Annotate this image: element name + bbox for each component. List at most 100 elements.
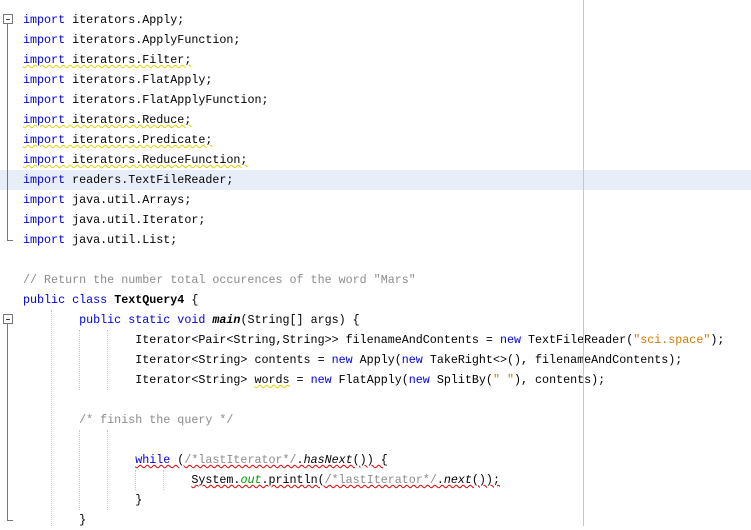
- code-token: import: [23, 213, 66, 227]
- code-token: new: [401, 353, 423, 367]
- code-line-content: /* finish the query */: [23, 410, 233, 430]
- code-token: new: [408, 373, 430, 387]
- code-line[interactable]: import iterators.FlatApply;: [0, 70, 751, 90]
- code-line-content: }: [23, 490, 142, 510]
- code-line-content: import java.util.Iterator;: [23, 210, 205, 230]
- code-token: import: [23, 33, 66, 47]
- code-token: }: [23, 493, 143, 507]
- code-token: }: [23, 513, 87, 527]
- code-token: iterators.ApplyFunction;: [65, 33, 241, 47]
- code-line[interactable]: import iterators.FlatApplyFunction;: [0, 90, 751, 110]
- code-token: import: [23, 113, 66, 127]
- code-line-content: import java.util.List;: [23, 230, 177, 250]
- code-line-content: import java.util.Arrays;: [23, 190, 191, 210]
- code-token: (: [170, 453, 185, 467]
- fold-end-marker: [7, 240, 13, 241]
- code-line-content: while (/*lastIterator*/.hasNext()) {: [23, 450, 388, 470]
- code-line[interactable]: [0, 250, 751, 270]
- code-token: new: [331, 353, 353, 367]
- code-line[interactable]: import iterators.ReduceFunction;: [0, 150, 751, 170]
- code-token: SplitBy(: [429, 373, 493, 387]
- code-line-content: System.out.println(/*lastIterator*/.next…: [23, 470, 500, 490]
- fold-range-line: [7, 24, 8, 240]
- code-token: iterators.FlatApplyFunction;: [65, 93, 269, 107]
- code-line[interactable]: /* finish the query */: [0, 410, 751, 430]
- code-token: words: [254, 373, 290, 387]
- code-token: new: [310, 373, 332, 387]
- code-line-content: import iterators.FlatApply;: [23, 70, 212, 90]
- code-token: TakeRight<>(), filenameAndContents);: [422, 353, 683, 367]
- code-line[interactable]: }: [0, 490, 751, 510]
- fold-range-line: [7, 324, 8, 520]
- code-line[interactable]: import iterators.Filter;: [0, 50, 751, 70]
- code-line-content: import iterators.Filter;: [23, 50, 191, 70]
- code-token: // Return the number total occurences of…: [23, 273, 416, 287]
- code-line[interactable]: while (/*lastIterator*/.hasNext()) {: [0, 450, 751, 470]
- code-line[interactable]: import readers.TextFileReader;: [0, 170, 751, 190]
- code-line[interactable]: Iterator<String> contents = new Apply(ne…: [0, 350, 751, 370]
- code-line[interactable]: [0, 430, 751, 450]
- code-token: " ": [492, 373, 514, 387]
- code-line-content: import iterators.Reduce;: [23, 110, 191, 130]
- code-line[interactable]: public class TextQuery4 {: [0, 290, 751, 310]
- code-token: main: [212, 313, 241, 327]
- code-token: /*lastIterator*/: [324, 473, 437, 487]
- code-token: import: [23, 133, 66, 147]
- code-line-content: // Return the number total occurences of…: [23, 270, 416, 290]
- code-token: .: [296, 453, 304, 467]
- code-line-content: import iterators.Predicate;: [23, 130, 212, 150]
- code-editor[interactable]: import iterators.Apply; import iterators.…: [0, 0, 751, 527]
- code-token: );: [710, 333, 725, 347]
- code-line[interactable]: public static void main(String[] args) {: [0, 310, 751, 330]
- fold-collapse-imports-icon[interactable]: [3, 14, 13, 24]
- code-line[interactable]: // Return the number total occurences of…: [0, 270, 751, 290]
- code-line[interactable]: import java.util.Arrays;: [0, 190, 751, 210]
- code-line[interactable]: }: [0, 510, 751, 530]
- code-token: iterators.ReduceFunction;: [65, 153, 248, 167]
- code-token: hasNext: [303, 453, 353, 467]
- code-line-content: public static void main(String[] args) {: [23, 310, 360, 330]
- code-token: FlatApply(: [331, 373, 409, 387]
- code-token: Iterator<String> contents =: [23, 353, 332, 367]
- indent-guide: [51, 310, 52, 526]
- code-token: iterators.FlatApply;: [65, 73, 213, 87]
- code-token: while: [135, 453, 171, 467]
- code-line[interactable]: System.out.println(/*lastIterator*/.next…: [0, 470, 751, 490]
- code-token: import: [23, 153, 66, 167]
- code-token: Apply(: [352, 353, 402, 367]
- code-token: import: [23, 233, 66, 247]
- code-token: new: [499, 333, 521, 347]
- code-line[interactable]: import java.util.List;: [0, 230, 751, 250]
- code-token: import: [23, 13, 66, 27]
- code-token: Iterator<String>: [23, 373, 255, 387]
- code-token: ()) {: [352, 453, 388, 467]
- code-token: import: [23, 53, 66, 67]
- code-token: (String[] args) {: [240, 313, 360, 327]
- code-line[interactable]: import iterators.Predicate;: [0, 130, 751, 150]
- indent-guide: [79, 430, 80, 510]
- code-line[interactable]: import iterators.Apply;: [0, 10, 751, 30]
- code-token: java.util.List;: [65, 233, 178, 247]
- code-line[interactable]: import iterators.ApplyFunction;: [0, 30, 751, 50]
- code-line[interactable]: import iterators.Reduce;: [0, 110, 751, 130]
- fold-end-marker: [7, 520, 13, 521]
- code-line-content: Iterator<String> words = new FlatApply(n…: [23, 370, 605, 390]
- code-token: iterators.Predicate;: [65, 133, 213, 147]
- code-line[interactable]: Iterator<Pair<String,String>> filenameAn…: [0, 330, 751, 350]
- code-line[interactable]: Iterator<String> words = new FlatApply(n…: [0, 370, 751, 390]
- code-line-content: import readers.TextFileReader;: [23, 170, 233, 190]
- code-token: ());: [471, 473, 500, 487]
- fold-collapse-main-icon[interactable]: [3, 314, 13, 324]
- code-token: import: [23, 73, 66, 87]
- code-token: .: [436, 473, 444, 487]
- indent-guide: [107, 330, 108, 390]
- code-token: =: [289, 373, 311, 387]
- code-token: import: [23, 173, 66, 187]
- code-line-content: import iterators.ApplyFunction;: [23, 30, 240, 50]
- code-line[interactable]: import java.util.Iterator;: [0, 210, 751, 230]
- code-line-content: public class TextQuery4 {: [23, 290, 198, 310]
- code-line[interactable]: [0, 390, 751, 410]
- code-token: /* finish the query */: [79, 413, 234, 427]
- code-token: java.util.Iterator;: [65, 213, 206, 227]
- code-line-content: }: [23, 510, 86, 530]
